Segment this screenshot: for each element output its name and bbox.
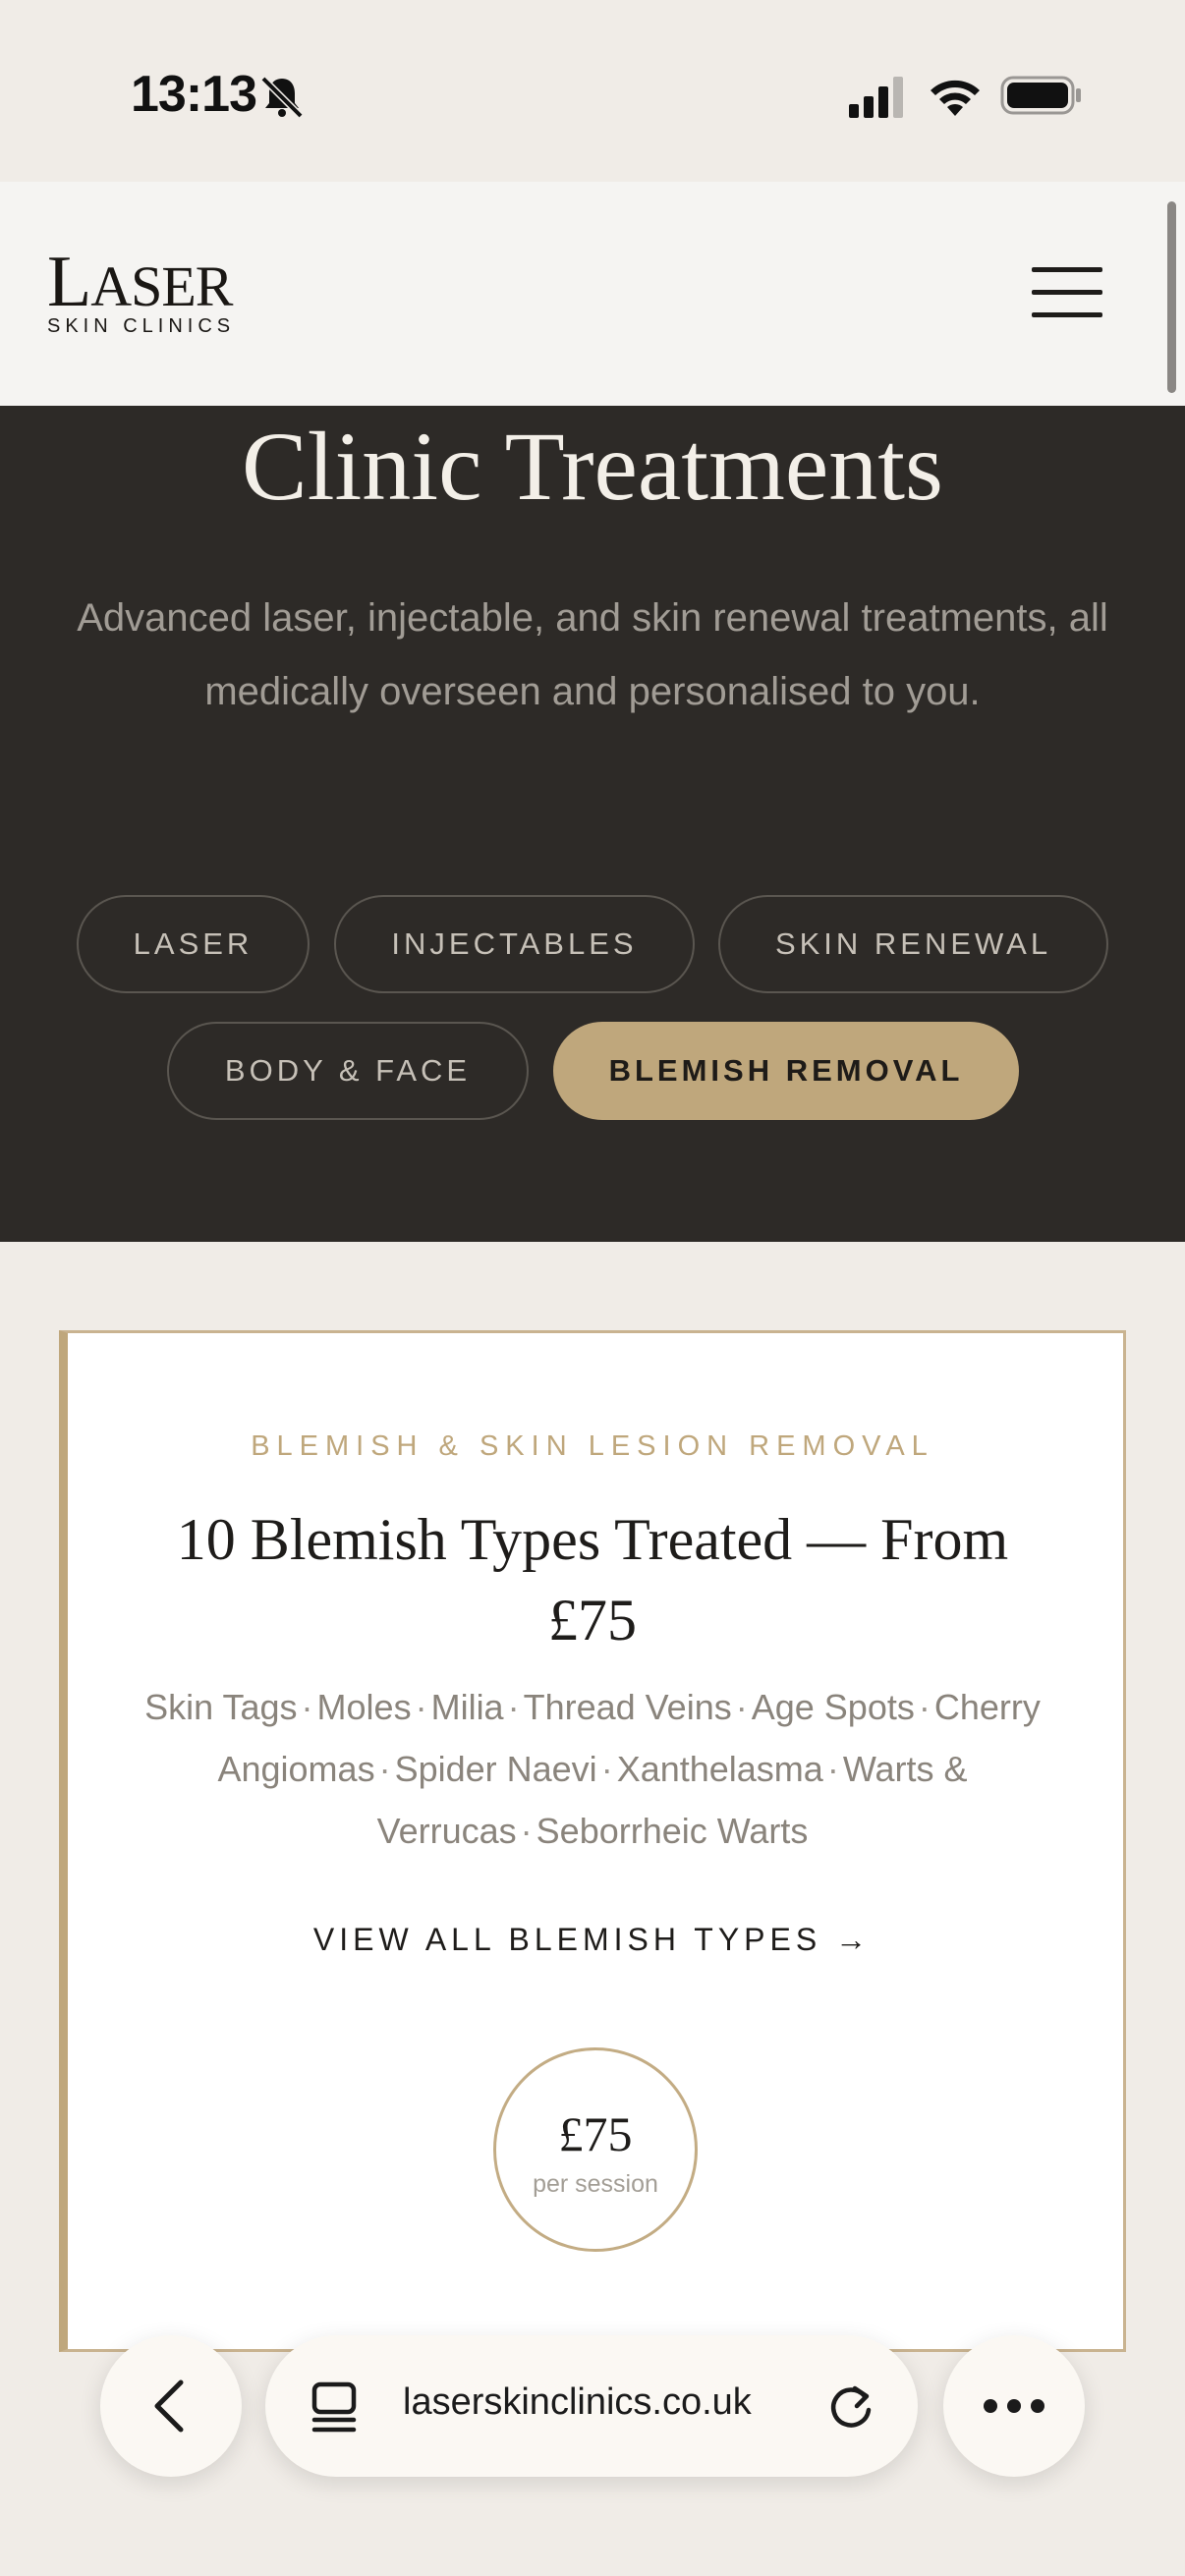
separator: · [507, 1687, 520, 1727]
more-icon [984, 2399, 1044, 2413]
blemish-types-list: Skin Tags · Moles · Milia · Thread Veins · Age S… [128, 1676, 1057, 1862]
tabs-icon [311, 2381, 357, 2433]
separator: · [600, 1749, 613, 1789]
separator: · [918, 1687, 931, 1727]
separator: · [826, 1749, 839, 1789]
hamburger-menu-icon[interactable] [1032, 267, 1102, 318]
logo-initial: L [47, 242, 91, 322]
url-text[interactable]: laserskinclinics.co.uk [403, 2381, 752, 2424]
back-arrow-icon [154, 2380, 184, 2433]
logo[interactable]: LASER [47, 246, 233, 318]
blemish-type-item: Skin Tags [144, 1687, 298, 1727]
filter-laser[interactable]: LASER [77, 895, 310, 993]
separator: · [415, 1687, 427, 1727]
more-button[interactable] [943, 2335, 1085, 2477]
logo-word: ASER [90, 254, 233, 318]
status-time: 13:13 [131, 66, 257, 123]
separator: · [520, 1811, 533, 1851]
bell-muted-icon [260, 76, 304, 119]
hero-description: Advanced laser, injectable, and skin ren… [77, 596, 1108, 713]
filter-body-face[interactable]: BODY & FACE [167, 1022, 529, 1120]
cellular-signal-icon [849, 77, 903, 118]
separator: · [735, 1687, 748, 1727]
price-amount: £75 [558, 2106, 633, 2161]
separator: · [301, 1687, 313, 1727]
separator: · [378, 1749, 391, 1789]
filter-skin-renewal[interactable]: SKIN RENEWAL [718, 895, 1108, 993]
page-title: Clinic Treatments [242, 412, 943, 521]
filter-injectables[interactable]: INJECTABLES [334, 895, 695, 993]
back-button[interactable] [100, 2335, 242, 2477]
card-title: 10 Blemish Types Treated — From £75 [176, 1507, 1009, 1652]
price-unit: per session [533, 2170, 658, 2198]
price-badge: £75 per session [493, 2047, 698, 2252]
blemish-type-item: Thread Veins [523, 1687, 732, 1727]
wifi-icon [931, 80, 980, 116]
scrollbar[interactable] [1167, 201, 1176, 393]
logo-subtitle: SKIN CLINICS [47, 315, 236, 337]
blemish-type-item: Spider Naevi [394, 1749, 597, 1789]
card-eyebrow: BLEMISH & SKIN LESION REMOVAL [251, 1430, 934, 1462]
reload-icon[interactable] [825, 2380, 876, 2432]
blemish-type-item: Age Spots [751, 1687, 915, 1727]
blemish-type-item: Xanthelasma [616, 1749, 823, 1789]
view-all-blemish-types-link[interactable]: VIEW ALL BLEMISH TYPES → [0, 1922, 1185, 1958]
battery-icon [1000, 76, 1081, 115]
filter-blemish-removal[interactable]: BLEMISH REMOVAL [553, 1022, 1019, 1120]
blemish-type-item: Moles [316, 1687, 412, 1727]
blemish-type-item: Seborrheic Warts [536, 1811, 809, 1851]
blemish-type-item: Milia [430, 1687, 504, 1727]
